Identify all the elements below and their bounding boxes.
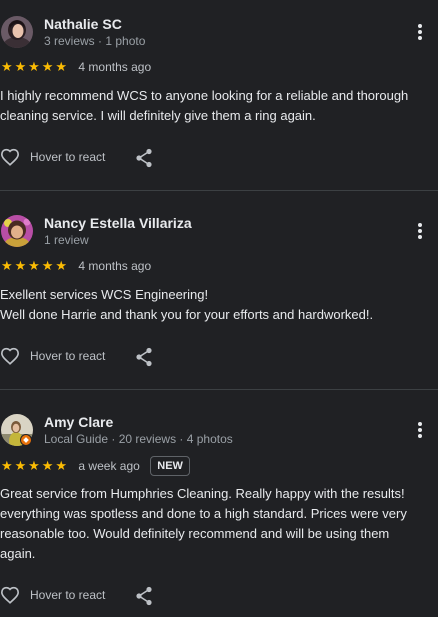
- review-text: I highly recommend WCS to anyone looking…: [0, 86, 420, 126]
- review-text-line: I highly recommend WCS to anyone looking…: [0, 88, 409, 123]
- new-badge: NEW: [150, 456, 190, 476]
- heart-outline-icon: [0, 148, 20, 166]
- star-icon: ★: [55, 58, 67, 74]
- review-text: Exellent services WCS Engineering! Well …: [0, 285, 420, 325]
- reviewer-avatar[interactable]: [1, 215, 33, 247]
- star-icon: ★: [41, 458, 54, 473]
- heart-outline-icon: [0, 586, 20, 604]
- star-icon: ★: [55, 458, 67, 473]
- more-options-icon[interactable]: [412, 420, 428, 440]
- share-icon: [136, 347, 152, 367]
- share-button[interactable]: [135, 585, 155, 607]
- react-button[interactable]: Hover to react: [0, 585, 130, 607]
- star-icon: ★: [0, 458, 13, 473]
- more-options-icon[interactable]: [412, 221, 428, 241]
- star-icon: ★: [14, 458, 27, 473]
- react-button[interactable]: Hover to react: [0, 346, 130, 368]
- star-rating: ★ ★ ★ ★ ★: [0, 58, 68, 74]
- heart-outline-icon: [0, 347, 20, 365]
- star-icon: ★: [28, 257, 40, 273]
- reviewer-name[interactable]: Nancy Estella Villariza: [44, 215, 192, 232]
- star-icon: ★: [41, 58, 54, 74]
- local-guide-badge-icon: [20, 434, 32, 446]
- star-icon: ★: [14, 257, 27, 273]
- review-text-line: Great service from Humphries Cleaning. R…: [0, 486, 407, 561]
- review-text-line: Exellent services WCS Engineering!: [0, 287, 209, 302]
- share-icon: [136, 586, 152, 606]
- star-icon: ★: [0, 58, 13, 74]
- review-divider: [0, 190, 438, 191]
- star-icon: ★: [55, 257, 67, 273]
- review-text: Great service from Humphries Cleaning. R…: [0, 484, 420, 564]
- react-button[interactable]: Hover to react: [0, 147, 130, 169]
- reviewer-meta: 3 reviews · 1 photo: [44, 34, 146, 48]
- share-icon: [136, 148, 152, 168]
- review-text-line: Well done Harrie and thank you for your …: [0, 307, 374, 322]
- review-date: a week ago: [78, 459, 140, 473]
- rating-row: ★ ★ ★ ★ ★ 4 months ago: [0, 257, 151, 275]
- reviewer-avatar[interactable]: [1, 16, 33, 48]
- review-date: 4 months ago: [78, 59, 152, 74]
- star-icon: ★: [0, 257, 13, 273]
- reviewer-meta: Local Guide · 20 reviews · 4 photos: [44, 432, 233, 446]
- star-rating: ★ ★ ★ ★ ★: [0, 257, 68, 273]
- react-label: Hover to react: [30, 150, 106, 164]
- reviewer-meta: 1 review: [44, 233, 89, 247]
- review-card: Nathalie SC 3 reviews · 1 photo ★ ★ ★ ★ ★ 4 …: [0, 16, 438, 176]
- react-label: Hover to react: [30, 349, 106, 363]
- reviewer-name[interactable]: Amy Clare: [44, 414, 113, 431]
- react-label: Hover to react: [30, 588, 106, 602]
- share-button[interactable]: [135, 147, 155, 169]
- share-button[interactable]: [135, 346, 155, 368]
- more-options-icon[interactable]: [412, 22, 428, 42]
- star-icon: ★: [14, 58, 27, 74]
- review-card: Nancy Estella Villariza 1 review ★ ★ ★ ★ ★ 4…: [0, 215, 438, 375]
- review-card: Amy Clare Local Guide · 20 reviews · 4 p…: [0, 414, 438, 614]
- review-divider: [0, 389, 438, 390]
- star-icon: ★: [41, 257, 54, 273]
- review-date: 4 months ago: [78, 258, 152, 273]
- star-icon: ★: [28, 58, 40, 74]
- star-rating: ★ ★ ★ ★ ★: [0, 459, 68, 473]
- rating-row: ★ ★ ★ ★ ★ a week ago NEW: [0, 456, 190, 476]
- reviewer-name[interactable]: Nathalie SC: [44, 16, 122, 33]
- star-icon: ★: [28, 458, 40, 473]
- rating-row: ★ ★ ★ ★ ★ 4 months ago: [0, 58, 151, 76]
